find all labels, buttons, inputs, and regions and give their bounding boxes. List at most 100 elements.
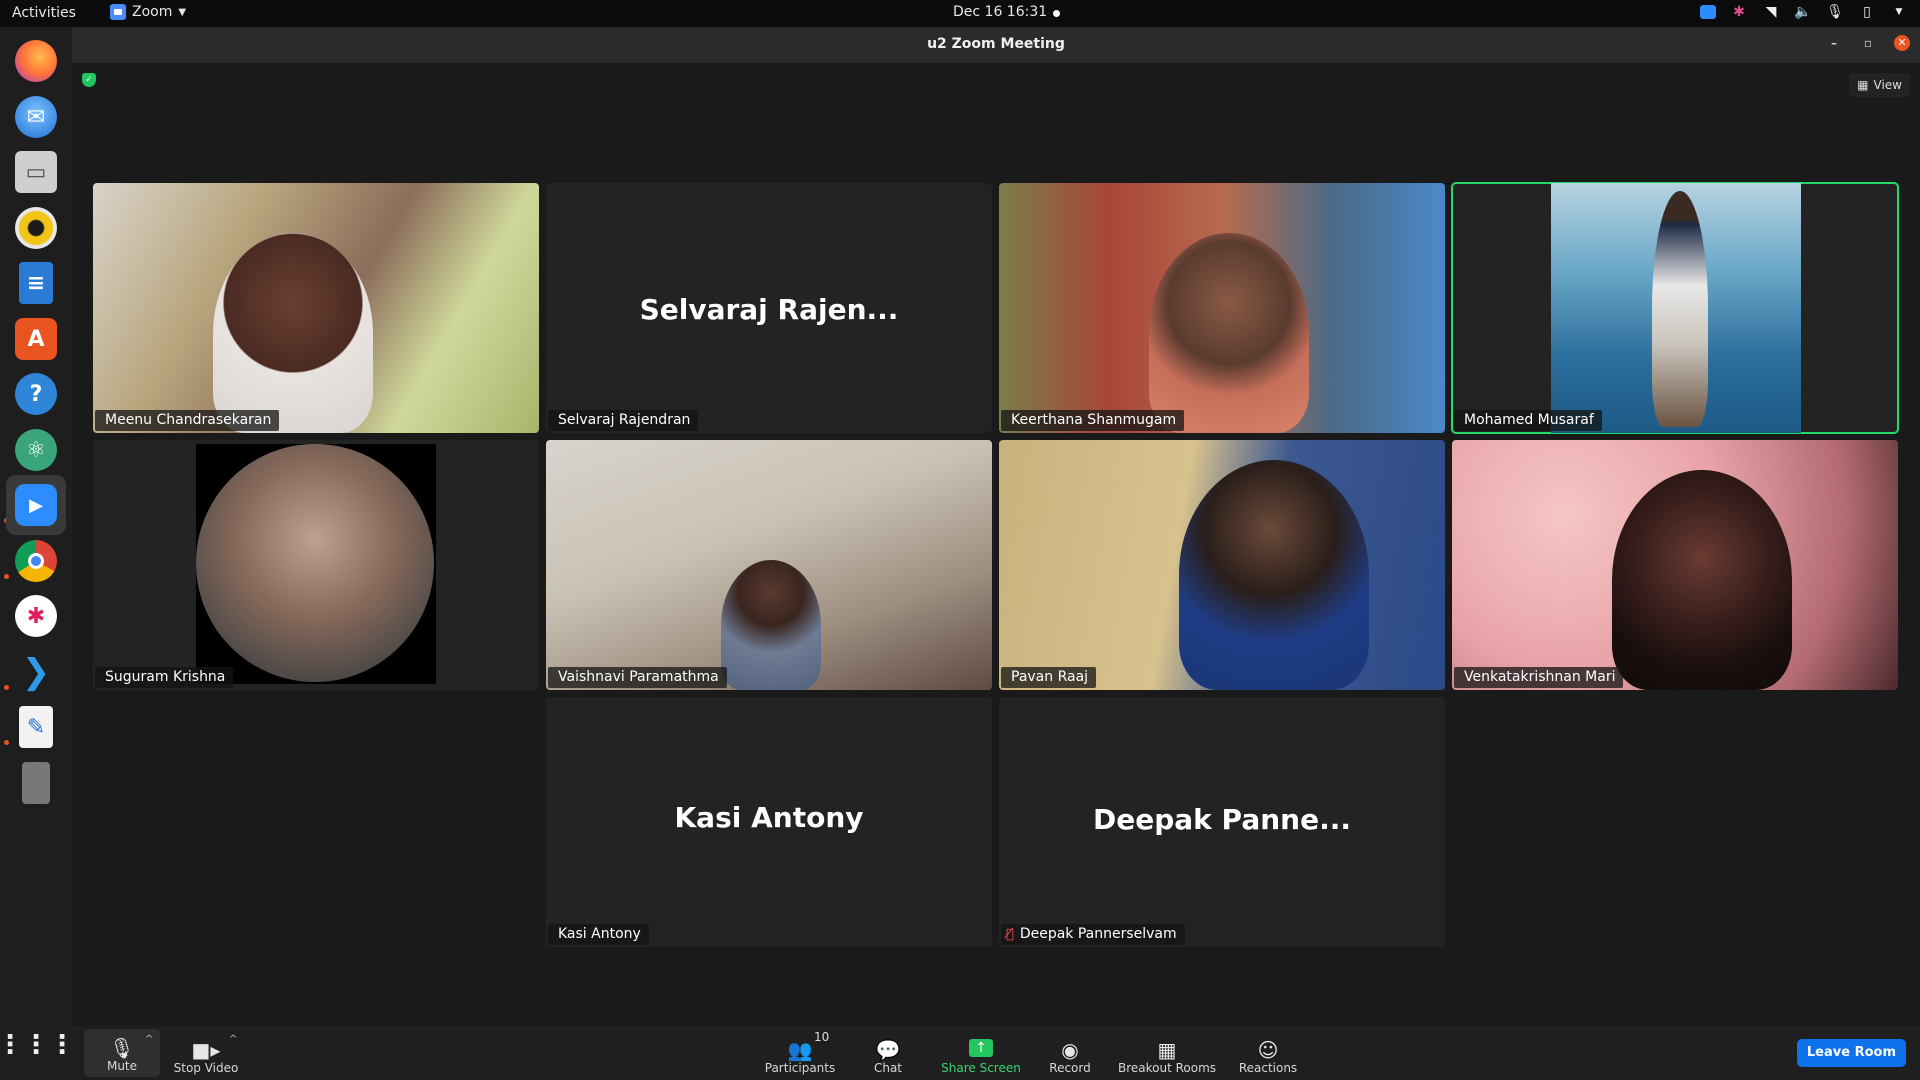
microphone-icon[interactable]: 🎙 — [1826, 3, 1844, 21]
window-controls: – ▫ ✕ — [1826, 35, 1910, 51]
video-tile[interactable]: Keerthana Shanmugam — [999, 183, 1445, 433]
running-indicator — [4, 574, 9, 579]
participant-profile-picture — [196, 444, 434, 682]
video-tile-active-speaker[interactable]: Mohamed Musaraf — [1451, 182, 1899, 434]
writer-icon: ≡ — [19, 262, 53, 304]
mute-label: Mute — [106, 1059, 138, 1073]
video-camera-icon: ■▸ — [191, 1038, 221, 1062]
video-options-caret[interactable]: ^ — [229, 1034, 237, 1045]
video-tile[interactable]: Venkatakrishnan Mari — [1452, 440, 1898, 690]
participant-name-label: Kasi Antony — [548, 924, 649, 945]
atom-icon: ⚛ — [15, 429, 57, 471]
participant-name: Vaishnavi Paramathma — [558, 669, 719, 685]
dock-slack[interactable]: ✱ — [12, 592, 60, 640]
system-tray[interactable]: ✱ ◥ 🔈 🎙 ▯ ▼ — [1700, 3, 1908, 21]
dock-rhythmbox[interactable] — [12, 204, 60, 252]
participant-name: Kasi Antony — [558, 926, 641, 942]
battery-icon[interactable]: ▯ — [1858, 3, 1876, 21]
participant-figure — [213, 233, 373, 433]
dock-files[interactable]: ▭ — [12, 148, 60, 196]
breakout-rooms-button[interactable]: ▦ Breakout Rooms — [1112, 1031, 1222, 1075]
firefox-icon — [15, 40, 57, 82]
video-tile[interactable]: Pavan Raaj — [999, 440, 1445, 690]
record-icon: ◉ — [1061, 1038, 1079, 1062]
chat-label: Chat — [873, 1061, 903, 1075]
participant-figure — [1149, 233, 1309, 433]
rhythmbox-icon — [15, 207, 57, 249]
software-icon: A — [15, 318, 57, 360]
participant-name-label: Suguram Krishna — [95, 667, 234, 688]
mic-muted-icon: 🎙̸ — [1006, 927, 1014, 942]
close-icon[interactable]: ✕ — [1894, 35, 1910, 51]
reactions-button[interactable]: ☺ Reactions — [1230, 1031, 1306, 1075]
zoom-tray-icon[interactable] — [1700, 5, 1716, 19]
clock[interactable]: Dec 16 16:31 — [953, 4, 1047, 20]
dock-atom[interactable]: ⚛ — [12, 426, 60, 474]
view-button[interactable]: ▦ View — [1849, 73, 1910, 97]
slack-tray-icon[interactable]: ✱ — [1730, 3, 1748, 21]
notification-dot — [1053, 10, 1060, 17]
dock-help[interactable]: ? — [12, 370, 60, 418]
dock-firefox[interactable] — [12, 37, 60, 85]
power-menu-icon[interactable]: ▼ — [1890, 3, 1908, 21]
breakout-rooms-label: Breakout Rooms — [1117, 1061, 1217, 1075]
restore-icon[interactable]: ▫ — [1860, 35, 1876, 51]
participant-figure — [1612, 470, 1792, 690]
video-tile[interactable]: Suguram Krishna — [93, 440, 539, 690]
participant-name: Keerthana Shanmugam — [1011, 412, 1177, 428]
dock-text-editor[interactable]: ✎ — [12, 703, 60, 751]
wifi-icon[interactable]: ◥ — [1762, 3, 1780, 21]
window-title: u2 Zoom Meeting — [927, 36, 1065, 52]
activities-button[interactable]: Activities — [12, 5, 76, 21]
dock-writer[interactable]: ≡ — [12, 259, 60, 307]
stop-video-label: Stop Video — [173, 1061, 239, 1075]
window-titlebar[interactable]: u2 Zoom Meeting – ▫ ✕ — [72, 27, 1920, 63]
zoom-icon: ▶ — [15, 484, 57, 526]
participant-name-label: Vaishnavi Paramathma — [548, 667, 727, 688]
video-tile[interactable]: Meenu Chandrasekaran — [93, 183, 539, 433]
participants-label: Participants — [764, 1061, 836, 1075]
video-tile[interactable]: Vaishnavi Paramathma — [546, 440, 992, 690]
video-tile[interactable]: Selvaraj Rajen... Selvaraj Rajendran — [546, 183, 992, 433]
participant-display-name: Selvaraj Rajen... — [639, 293, 899, 326]
participant-count: 10 — [814, 1030, 830, 1044]
video-tile[interactable]: Kasi Antony Kasi Antony — [546, 697, 992, 947]
participant-name-label: Mohamed Musaraf — [1454, 410, 1602, 431]
leave-room-button[interactable]: Leave Room — [1796, 1039, 1906, 1067]
dock-vscode[interactable]: ❯ — [12, 648, 60, 696]
video-tile[interactable]: Deepak Panne... 🎙̸ Deepak Pannerselvam — [999, 697, 1445, 947]
participant-name: Venkatakrishnan Mari — [1464, 669, 1616, 685]
dock-zoom[interactable]: ▶ — [6, 475, 66, 535]
app-menu[interactable]: Zoom ▼ — [110, 4, 186, 20]
thunderbird-icon: ✉ — [15, 96, 57, 138]
zoom-app-icon — [110, 4, 126, 20]
minimize-icon[interactable]: – — [1826, 35, 1842, 51]
share-screen-button[interactable]: ↑ Share Screen — [933, 1031, 1029, 1075]
ubuntu-dock: ✉ ▭ ≡ A ? ⚛ ▶ ✱ ❯ ✎ ⋮⋮⋮ — [0, 27, 75, 1080]
participant-name: Selvaraj Rajendran — [558, 412, 691, 428]
dock-trash[interactable] — [12, 759, 60, 807]
meeting-toolbar: 🎙 Mute ^ ■▸ Stop Video ^ 👥 Participants … — [72, 1026, 1920, 1080]
participant-name: Suguram Krishna — [105, 669, 226, 685]
help-icon: ? — [15, 373, 57, 415]
dock-software[interactable]: A — [12, 315, 60, 363]
chat-button[interactable]: 💬 Chat — [858, 1031, 918, 1075]
participants-icon: 👥 — [787, 1038, 813, 1062]
trash-icon — [22, 762, 50, 804]
participant-name-label: Venkatakrishnan Mari — [1454, 667, 1624, 688]
encryption-shield-icon[interactable]: ✓ — [82, 73, 96, 87]
participant-figure — [1652, 191, 1708, 427]
reactions-icon: ☺ — [1257, 1038, 1279, 1062]
volume-icon[interactable]: 🔈 — [1794, 3, 1812, 21]
files-icon: ▭ — [15, 151, 57, 193]
audio-options-caret[interactable]: ^ — [145, 1034, 153, 1045]
slack-icon: ✱ — [15, 595, 57, 637]
dock-show-apps[interactable]: ⋮⋮⋮ — [0, 1021, 75, 1069]
dock-chrome[interactable] — [12, 537, 60, 585]
vscode-icon: ❯ — [21, 652, 51, 692]
record-button[interactable]: ◉ Record — [1035, 1031, 1105, 1075]
participant-figure — [1179, 460, 1369, 690]
dock-thunderbird[interactable]: ✉ — [12, 93, 60, 141]
participant-display-name: Kasi Antony — [674, 801, 864, 834]
gnome-top-bar: Activities Zoom ▼ Dec 16 16:31 ✱ ◥ 🔈 🎙 ▯… — [0, 0, 1920, 27]
